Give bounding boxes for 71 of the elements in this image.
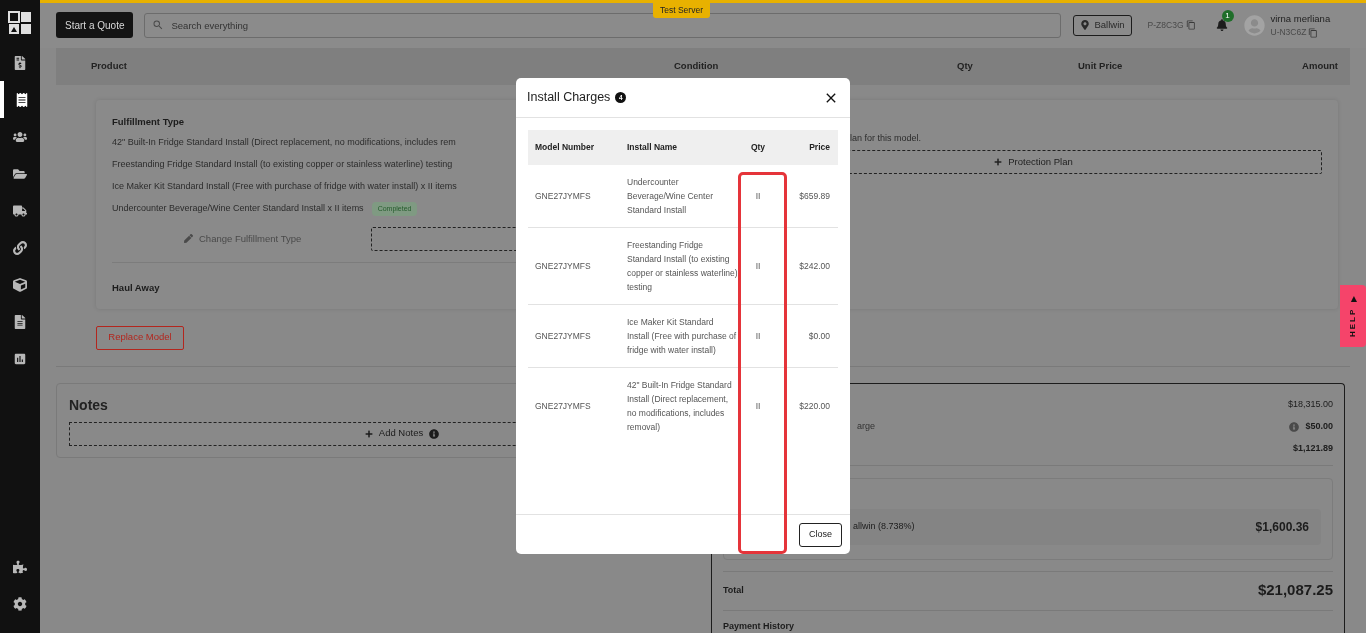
start-quote-button[interactable]: Start a Quote <box>56 12 134 39</box>
close-button[interactable]: Close <box>799 522 842 547</box>
column-header: Model Number <box>534 141 596 154</box>
payment-history-label: Payment History <box>723 619 796 633</box>
fulfillment-line: Undercounter Beverage/Wine Center Standard Install x II items <box>112 202 364 216</box>
table-cell-text: Undercounter Beverage/Wine Center Standard Install <box>626 176 714 217</box>
search-icon <box>152 18 165 31</box>
help-tab[interactable]: HELP ▶ <box>1340 285 1366 347</box>
plus-icon <box>364 429 373 438</box>
logo-icon <box>8 11 32 35</box>
tax-value: $1,600.36 <box>1255 518 1309 536</box>
table-cell-text: Freestanding Fridge Standard Install (to existing copper or stainless waterline) testing <box>626 239 738 294</box>
chart-icon <box>13 351 27 366</box>
search-field[interactable]: Search everything <box>144 12 1062 38</box>
summary-value: $18,315.00 <box>1287 397 1333 411</box>
protection-note: lan for this model. <box>850 131 923 145</box>
truck-icon <box>13 203 27 218</box>
notification-badge: 1 <box>1221 10 1234 23</box>
summary-value: $50.00 <box>1305 419 1333 433</box>
table-cell-text: $242.00 <box>798 260 831 273</box>
column-header: Condition <box>674 59 720 74</box>
notes-title: Notes <box>69 395 108 415</box>
bell-icon[interactable] <box>1215 19 1228 32</box>
table-cell-text: II <box>754 330 762 343</box>
dialog-title: Install Charges <box>527 89 611 107</box>
map-pin-icon <box>1080 20 1091 31</box>
haul-away-label: Haul Away <box>112 280 161 295</box>
puzzle-icon <box>13 559 27 574</box>
invoice-icon <box>13 55 27 70</box>
table-cell-text: GNE27JYMFS <box>534 190 592 203</box>
copy-icon[interactable] <box>1308 27 1319 38</box>
total-label: Total <box>723 583 744 597</box>
user-id: U-N3C6Z <box>1270 26 1307 39</box>
document-icon <box>13 314 27 329</box>
table-cell-text: GNE27JYMFS <box>534 330 592 343</box>
link-icon <box>13 240 27 255</box>
location-button[interactable]: Ballwin <box>1073 14 1132 36</box>
table-cell-text: II <box>754 190 762 203</box>
environment-badge: Test Server <box>653 3 710 18</box>
summary-label: arge <box>857 419 875 433</box>
table-cell-text: $220.00 <box>798 400 831 413</box>
user-name: virna merliana <box>1270 11 1331 26</box>
tax-label: allwin (8.738%) <box>853 519 915 533</box>
copy-icon[interactable] <box>1185 20 1196 31</box>
box-icon <box>13 277 27 292</box>
column-header: Qty <box>957 59 974 74</box>
column-header: Install Name <box>626 141 679 154</box>
plus-icon <box>994 158 1003 167</box>
table-cell-text: II <box>754 260 762 273</box>
summary-value: $1,121.89 <box>1292 441 1333 455</box>
info-icon <box>429 428 440 439</box>
fulfillment-line: Freestanding Fridge Standard Install (to existing copper or stainless waterline) testing <box>112 158 453 172</box>
fulfillment-line: 42" Built-In Fridge Standard Install (Direct replacement, no modifications, includes rem <box>112 136 456 150</box>
column-header: Unit Price <box>1078 59 1124 74</box>
settings-icon <box>13 596 27 611</box>
folder-icon <box>13 166 27 181</box>
pencil-icon <box>184 234 193 244</box>
users-icon <box>13 129 27 144</box>
receipt-icon <box>15 92 29 107</box>
section-title: Fulfillment Type <box>112 114 186 129</box>
table-cell-text: II <box>754 400 762 413</box>
table-cell-text: $0.00 <box>807 330 831 343</box>
total-value: $21,087.25 <box>1257 580 1333 601</box>
arrow-icon: ▶ <box>1348 293 1358 306</box>
table-cell-text: GNE27JYMFS <box>534 260 592 273</box>
table-cell-text: Ice Maker Kit Standard Install (Free with purchase of fridge with water install) <box>626 316 738 357</box>
fulfillment-line: Ice Maker Kit Standard Install (Free with purchase of fridge with water install) x II items <box>112 180 457 194</box>
column-header: Product <box>91 59 128 74</box>
table-cell-text: GNE27JYMFS <box>534 400 592 413</box>
column-header: Amount <box>1301 59 1339 74</box>
table-cell-text: $659.89 <box>798 190 831 203</box>
